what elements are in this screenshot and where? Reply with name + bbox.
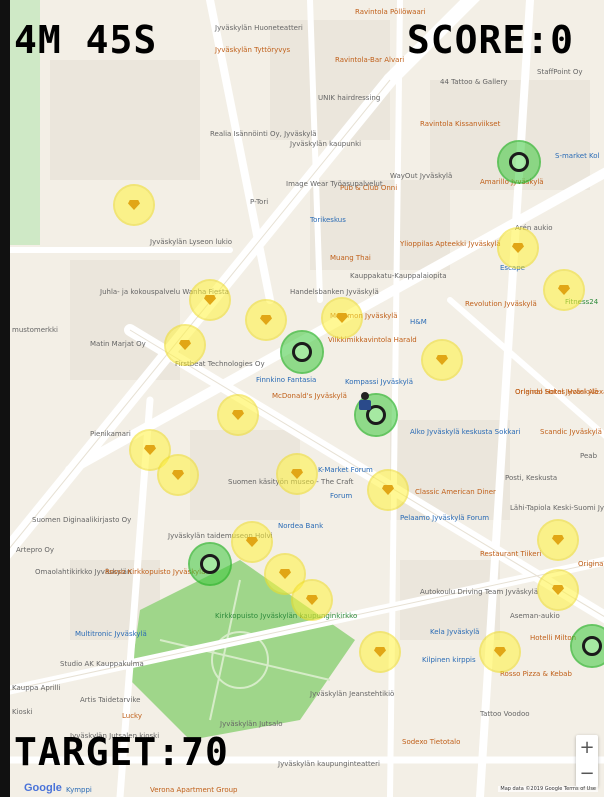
checkpoint-marker[interactable] (282, 332, 322, 372)
map-label: Vilkkimikkavintola Harald (328, 336, 417, 344)
map-label: Aseman-aukio (510, 612, 560, 620)
map-label: K-Market Forum (318, 466, 373, 474)
map-label: Classic American Diner (415, 488, 496, 496)
gem-pickup[interactable] (499, 229, 537, 267)
map-label: Ravintola Pöllöwaari (355, 8, 426, 16)
gem-pickup[interactable] (369, 471, 407, 509)
gem-pickup[interactable] (545, 271, 583, 309)
map-label: Artepro Oy (16, 546, 55, 554)
map-label: Suomen Diginaalikirjasto Oy (32, 516, 132, 524)
map-label: Lucky (122, 712, 143, 720)
map-label: StaffPoint Oy (537, 68, 583, 76)
map-label: Handelsbanken Jyväskylä (290, 288, 379, 296)
map-label: Kauppakatu-Kauppalaiopita (350, 272, 447, 280)
map-label: Studio AK Kauppakulma (60, 660, 144, 668)
map-label: S-market Kol (555, 152, 600, 160)
map-label: Matin Marjat Oy (90, 340, 146, 348)
gem-pickup[interactable] (539, 521, 577, 559)
map-label: Lähi-Tapiola Keski-Suomi Jyväskylä (510, 504, 604, 512)
map-label: Pienikamari (90, 430, 131, 438)
map-label: Jyväskylän kaupunki (290, 140, 362, 148)
timer-display: 4M 45S (14, 18, 158, 62)
map-label: Verona Apartment Group (150, 786, 238, 794)
google-logo: Google (24, 782, 62, 794)
gem-pickup[interactable] (159, 456, 197, 494)
map-label: Sodexo Tietotalo (402, 738, 461, 746)
map-label: Jyväskylän Tyttöryvys (215, 46, 291, 54)
zoom-out-button[interactable]: − (576, 761, 598, 787)
map-label: Pelaamo Jyväskylä Forum (400, 514, 490, 522)
map-label: Jyväskylän Huoneteatteri (215, 24, 303, 32)
checkpoint-marker[interactable] (499, 142, 539, 182)
map-label: Autokoulu Driving Team Jyväskylä (420, 588, 538, 596)
map-label: Rosso Pizza & Kebab (500, 670, 572, 678)
map-label: Kymppi (66, 786, 92, 794)
gem-pickup[interactable] (191, 281, 229, 319)
map-label: Muang Thai (330, 254, 371, 262)
map-label: P-Tori (250, 198, 269, 206)
map-label: Tattoo Voodoo (480, 710, 530, 718)
player-avatar (359, 392, 371, 410)
map-attribution[interactable]: Map data ©2019 Google Terms of Use (498, 786, 598, 792)
map-label: Revolution Jyväskylä (465, 300, 537, 308)
map-label: Ylioppilas Apteekki Jyväskylä (400, 240, 501, 248)
map-label: Original Hotel (578, 560, 604, 568)
map-label: Peab (580, 452, 598, 460)
gem-pickup[interactable] (233, 523, 271, 561)
map-label: Torikeskus (310, 216, 346, 224)
map-label: Multitronic Jyväskylä (75, 630, 147, 638)
map-label: Forum (330, 492, 353, 500)
map-label: Hotelli Milton (530, 634, 577, 642)
target-display: TARGET:70 (14, 730, 229, 774)
map-label: Posti, Keskusta (505, 474, 558, 482)
gem-pickup[interactable] (115, 186, 153, 224)
map-label: Image Wear Työasupalvelut (286, 180, 383, 188)
map-label: Kirkkopuisto Jyväskylän kaupunginkirkko (215, 612, 358, 620)
map-label: McDonald's Jyväskylä (272, 392, 347, 400)
checkpoint-marker[interactable] (572, 626, 604, 666)
map-label: Ravintola-Bar Alvari (335, 56, 405, 64)
game-map[interactable]: Jyväskylän Huoneteatteri Jyväskylän Tytt… (10, 0, 604, 797)
map-label: Jyväskylän Jeanstehtikiö (310, 690, 395, 698)
map-label: Jyväskylän Lyseon lukio (150, 238, 233, 246)
map-label: WayOut Jyväskylä (390, 172, 453, 180)
map-label: Artis Taidetarvike (80, 696, 141, 704)
map-label: Orlando Hotel Jyväskylä (515, 388, 599, 396)
map-label: Realia Isännöinti Oy, Jyväskylä (210, 130, 317, 138)
map-label: Restaurant Tiikeri (480, 550, 542, 558)
map-label: Finnkino Fantasia (256, 376, 317, 384)
gem-pickup[interactable] (423, 341, 461, 379)
map-label: Kela Jyväskylä (430, 628, 480, 636)
map-label: H&M (410, 318, 427, 326)
gem-pickup[interactable] (481, 633, 519, 671)
gem-pickup[interactable] (278, 455, 316, 493)
map-label: Alko Jyväskylä keskusta Sokkari (410, 428, 521, 436)
checkpoint-marker[interactable] (190, 544, 230, 584)
gem-pickup[interactable] (361, 633, 399, 671)
gem-pickup[interactable] (323, 299, 361, 337)
gem-pickup[interactable] (166, 326, 204, 364)
score-display: SCORE:0 (406, 18, 574, 62)
gem-pickup[interactable] (293, 581, 331, 619)
gem-pickup[interactable] (247, 301, 285, 339)
map-label: Jyväskylän Jutsalo (220, 720, 283, 728)
map-label: Kilpinen kirppis (422, 656, 476, 664)
map-label: Nordea Bank (278, 522, 324, 530)
zoom-control[interactable]: + − (576, 735, 598, 787)
zoom-in-button[interactable]: + (576, 735, 598, 761)
gem-pickup[interactable] (219, 396, 257, 434)
map-label: Ravintola Kissanviikset (420, 120, 501, 128)
map-label: Kioski (12, 708, 33, 716)
map-label: Kompassi Jyväskylä (345, 378, 414, 386)
map-label: Jyväskylän kaupunginteatteri (278, 760, 380, 768)
map-label: 44 Tattoo & Gallery (440, 78, 508, 86)
map-label: Scandic Jyväskylä (540, 428, 602, 436)
map-label: UNIK hairdressing (318, 94, 381, 102)
map-label: mustomerkki (12, 326, 58, 334)
gem-pickup[interactable] (539, 571, 577, 609)
map-label: Kauppa Aprilli (12, 684, 61, 692)
